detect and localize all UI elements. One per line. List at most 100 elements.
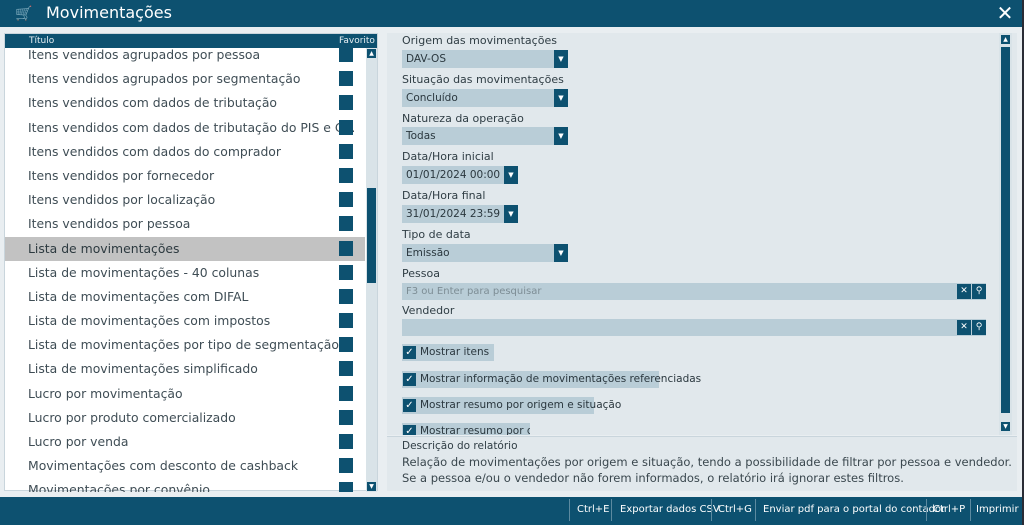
list-item-label: Lista de movimentações xyxy=(28,240,180,256)
report-list-items: Itens vendidos agrupados por pessoa Itens… xyxy=(5,48,365,492)
scroll-thumb[interactable] xyxy=(1001,47,1010,413)
situacao-select[interactable]: Concluído ▼ xyxy=(402,89,568,107)
scroll-up-icon[interactable]: ▲ xyxy=(1001,35,1010,44)
mostrar-itens-checkbox[interactable]: ✓ Mostrar itens xyxy=(402,344,494,361)
mostrar-referenciadas-checkbox[interactable]: ✓ Mostrar informação de movimentações re… xyxy=(402,371,701,388)
chevron-down-icon[interactable]: ▼ xyxy=(554,89,568,107)
tipo-data-select[interactable]: Emissão ▼ xyxy=(402,244,568,262)
chevron-down-icon[interactable]: ▼ xyxy=(554,244,568,262)
list-item[interactable]: Itens vendidos com dados de tributação d… xyxy=(5,116,365,140)
check-icon[interactable]: ✓ xyxy=(403,425,416,435)
origem-value: DAV-OS xyxy=(406,53,446,65)
scroll-thumb[interactable] xyxy=(367,188,376,283)
send-pdf-shortcut[interactable]: Ctrl+G xyxy=(718,501,752,519)
list-item-label: Lucro por produto comercializado xyxy=(28,409,236,425)
check-icon[interactable]: ✓ xyxy=(403,346,416,359)
list-item-label: Lista de movimentações simplificado xyxy=(28,361,258,377)
data-final-picker[interactable]: 31/01/2024 23:59 ▼ xyxy=(402,205,518,223)
list-item[interactable]: Itens vendidos com dados de tributação xyxy=(5,91,365,115)
favorite-toggle[interactable] xyxy=(339,385,353,401)
favorite-toggle[interactable] xyxy=(339,337,353,353)
export-csv-shortcut[interactable]: Ctrl+E xyxy=(577,501,610,519)
favorite-toggle[interactable] xyxy=(339,143,353,159)
list-item[interactable]: Itens vendidos por fornecedor xyxy=(5,164,365,188)
mostrar-referenciadas-label: Mostrar informação de movimentações refe… xyxy=(420,373,702,385)
favorite-toggle[interactable] xyxy=(339,313,353,329)
filters-scrollbar[interactable]: ▲ ▼ xyxy=(999,33,1012,435)
favorite-toggle[interactable] xyxy=(339,458,353,474)
chevron-down-icon[interactable]: ▼ xyxy=(504,166,518,184)
list-item[interactable]: Lucro por venda xyxy=(5,430,365,454)
mostrar-resumo-dia-checkbox[interactable]: ✓ Mostrar resumo por dia xyxy=(402,423,530,435)
favorite-toggle[interactable] xyxy=(339,288,353,304)
data-final-value: 31/01/2024 23:59 xyxy=(406,208,501,220)
check-icon[interactable]: ✓ xyxy=(403,373,416,386)
favorite-toggle[interactable] xyxy=(339,167,353,183)
list-item[interactable]: Lucro por produto comercializado xyxy=(5,406,365,430)
list-item[interactable]: Lista de movimentações - 40 colunas xyxy=(5,261,365,285)
print-shortcut[interactable]: Ctrl+P xyxy=(933,501,965,519)
favorite-toggle[interactable] xyxy=(339,119,353,135)
favorite-toggle[interactable] xyxy=(339,71,353,87)
list-item[interactable]: Lista de movimentações xyxy=(5,236,365,261)
vendedor-input[interactable] xyxy=(402,319,955,336)
pessoa-field: ✕ ⚲ xyxy=(402,283,986,300)
scroll-down-icon[interactable]: ▼ xyxy=(367,482,376,491)
export-csv-button[interactable]: Exportar dados CSV xyxy=(620,501,720,519)
chevron-down-icon[interactable]: ▼ xyxy=(554,50,568,68)
favorite-toggle[interactable] xyxy=(339,192,353,208)
origem-select[interactable]: DAV-OS ▼ xyxy=(402,50,568,68)
toolbar-separator xyxy=(569,499,570,521)
scroll-down-icon[interactable]: ▼ xyxy=(1001,422,1010,431)
list-item[interactable]: Lista de movimentações com impostos xyxy=(5,309,365,333)
list-item-label: Itens vendidos agrupados por pessoa xyxy=(28,48,261,62)
title-bar: 🛒 Movimentações ✕ xyxy=(0,0,1022,27)
favorite-toggle[interactable] xyxy=(339,240,353,256)
natureza-select[interactable]: Todas ▼ xyxy=(402,127,568,145)
clear-icon[interactable]: ✕ xyxy=(957,320,971,335)
list-item[interactable]: Movimentações com desconto de cashback xyxy=(5,454,365,478)
chevron-down-icon[interactable]: ▼ xyxy=(504,205,518,223)
mostrar-resumo-dia-label: Mostrar resumo por dia xyxy=(420,425,530,435)
close-icon[interactable]: ✕ xyxy=(994,2,1016,24)
search-icon[interactable]: ⚲ xyxy=(972,320,986,335)
chevron-down-icon[interactable]: ▼ xyxy=(554,127,568,145)
list-item[interactable]: Itens vendidos agrupados por pessoa xyxy=(5,48,365,67)
report-list[interactable]: Itens vendidos agrupados por pessoa Itens… xyxy=(5,48,365,492)
list-header: Título Favorito xyxy=(5,34,377,48)
mostrar-resumo-origem-checkbox[interactable]: ✓ Mostrar resumo por origem e situação xyxy=(402,397,621,414)
print-button[interactable]: Imprimir xyxy=(976,501,1019,519)
favorite-toggle[interactable] xyxy=(339,361,353,377)
favorite-toggle[interactable] xyxy=(339,434,353,449)
search-icon[interactable]: ⚲ xyxy=(972,284,986,299)
favorite-toggle[interactable] xyxy=(339,264,353,280)
pessoa-input[interactable] xyxy=(402,283,955,300)
favorite-toggle[interactable] xyxy=(339,409,353,425)
list-item[interactable]: Itens vendidos por pessoa xyxy=(5,212,365,236)
natureza-label: Natureza da operação xyxy=(402,112,524,125)
send-pdf-button[interactable]: Enviar pdf para o portal do contador xyxy=(763,501,945,519)
list-item-label: Lista de movimentações com DIFAL xyxy=(28,288,249,304)
report-window: 🛒 Movimentações ✕ Título Favorito Itens … xyxy=(0,0,1022,525)
column-header-favorite[interactable]: Favorito xyxy=(339,34,375,48)
data-inicial-picker[interactable]: 01/01/2024 00:00 ▼ xyxy=(402,166,518,184)
tipo-data-value: Emissão xyxy=(406,247,450,259)
column-header-title[interactable]: Título xyxy=(29,34,54,48)
list-item[interactable]: Itens vendidos por localização xyxy=(5,188,365,212)
list-item[interactable]: Lucro por movimentação xyxy=(5,382,365,406)
description-title: Descrição do relatório xyxy=(402,440,518,452)
favorite-toggle[interactable] xyxy=(339,95,353,111)
report-list-scrollbar[interactable]: ▲ ▼ xyxy=(366,48,377,492)
favorite-toggle[interactable] xyxy=(339,48,353,62)
list-item[interactable]: Lista de movimentações por tipo de segme… xyxy=(5,333,365,357)
list-item[interactable]: Lista de movimentações simplificado xyxy=(5,357,365,381)
clear-icon[interactable]: ✕ xyxy=(957,284,971,299)
list-item[interactable]: Movimentações por convênio xyxy=(5,478,365,492)
check-icon[interactable]: ✓ xyxy=(403,399,416,412)
favorite-toggle[interactable] xyxy=(339,482,353,492)
list-item[interactable]: Itens vendidos agrupados por segmentação xyxy=(5,67,365,91)
favorite-toggle[interactable] xyxy=(339,216,353,232)
scroll-up-icon[interactable]: ▲ xyxy=(367,49,376,58)
list-item[interactable]: Lista de movimentações com DIFAL xyxy=(5,285,365,309)
list-item[interactable]: Itens vendidos com dados do comprador xyxy=(5,140,365,164)
